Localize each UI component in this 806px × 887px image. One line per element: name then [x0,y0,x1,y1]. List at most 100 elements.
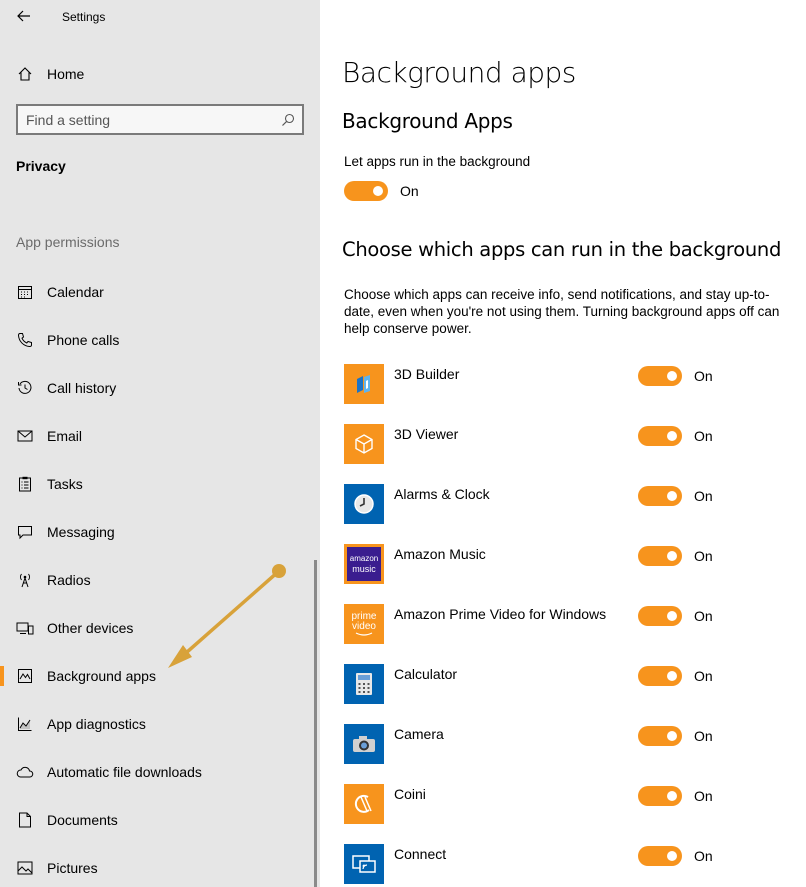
3d-builder-icon [344,364,384,404]
sidebar-item-home[interactable]: Home [0,58,320,90]
toggle-switch[interactable] [638,786,682,806]
history-icon [16,379,34,397]
search-input[interactable] [26,110,266,130]
toggle-switch[interactable] [638,426,682,446]
app-name: 3D Builder [394,366,460,382]
sidebar-item-label: Phone calls [47,332,120,348]
toggle-state-label: On [694,668,713,684]
sidebar-item-automatic-file-downloads[interactable]: Automatic file downloads [0,754,312,790]
app-row-alarms-clock: Alarms & Clock On [344,484,794,526]
toggle-switch[interactable] [638,726,682,746]
sidebar-item-tasks[interactable]: Tasks [0,466,312,502]
group-title: App permissions [16,234,120,250]
app-toggle[interactable]: On [638,486,713,506]
camera-icon [344,724,384,764]
master-toggle[interactable]: On [344,181,419,201]
sidebar-item-label: Messaging [47,524,115,540]
messaging-icon [16,523,34,541]
toggle-state-label: On [694,608,713,624]
app-row-amazon-prime-video: prime video Amazon Prime Video for Windo… [344,604,794,646]
app-row-3d-builder: 3D Builder On [344,364,794,406]
sidebar-item-other-devices[interactable]: Other devices [0,610,312,646]
sidebar-item-radios[interactable]: Radios [0,562,312,598]
app-toggle[interactable]: On [638,546,713,566]
title-bar: Settings [0,0,320,34]
connect-icon [344,844,384,884]
app-row-calculator: Calculator On [344,664,794,706]
app-name: Amazon Music [394,546,486,562]
app-row-connect: Connect On [344,844,794,886]
3d-viewer-icon [344,424,384,464]
sidebar-item-label: Documents [47,812,118,828]
sidebar-item-pictures[interactable]: Pictures [0,850,312,886]
app-row-amazon-music: amazon music Amazon Music On [344,544,794,586]
sidebar-item-label: Radios [47,572,91,588]
toggle-state-label: On [694,788,713,804]
app-name: 3D Viewer [394,426,459,442]
app-name: Alarms & Clock [394,486,490,502]
sidebar-scrollbar[interactable] [314,560,317,887]
radio-icon [16,571,34,589]
toggle-switch[interactable] [638,606,682,626]
sidebar-item-documents[interactable]: Documents [0,802,312,838]
document-icon [16,811,34,829]
master-toggle-description: Let apps run in the background [344,154,531,169]
search-icon[interactable] [280,112,296,128]
toggle-state-label: On [694,848,713,864]
app-toggle[interactable]: On [638,666,713,686]
toggle-state-label: On [694,368,713,384]
sidebar-item-label: Background apps [47,668,156,684]
sidebar-item-messaging[interactable]: Messaging [0,514,312,550]
sidebar-item-label: App diagnostics [47,716,146,732]
sidebar-item-label: Automatic file downloads [47,764,202,780]
section-title: Privacy [16,158,66,174]
toggle-state-label: On [400,183,419,199]
sidebar-item-call-history[interactable]: Call history [0,370,312,406]
app-row-camera: Camera On [344,724,794,766]
coini-icon [344,784,384,824]
app-toggle[interactable]: On [638,606,713,626]
app-toggle[interactable]: On [638,726,713,746]
sidebar-item-label: Other devices [47,620,134,636]
sidebar: Settings Home Privacy App permissions Ca… [0,0,320,887]
home-label: Home [47,66,85,82]
search-box[interactable] [16,104,304,135]
diagnostics-icon [16,715,34,733]
sidebar-item-calendar[interactable]: Calendar [0,274,312,310]
app-toggle[interactable]: On [638,366,713,386]
app-name: Coini [394,786,426,802]
prime-video-icon: prime video [344,604,384,644]
toggle-switch[interactable] [638,366,682,386]
sidebar-item-background-apps[interactable]: Background apps [0,658,312,694]
main-content: Background apps Background Apps Let apps… [320,0,806,887]
background-apps-icon [16,667,34,685]
alarm-clock-icon [344,484,384,524]
choose-apps-description: Choose which apps can receive info, send… [344,287,780,336]
toggle-switch[interactable] [638,546,682,566]
sidebar-item-label: Call history [47,380,117,396]
section-subtitle: Background Apps [342,109,513,133]
sidebar-item-label: Pictures [47,860,98,876]
page-title: Background apps [342,56,576,89]
toggle-switch[interactable] [638,846,682,866]
toggle-switch[interactable] [638,666,682,686]
devices-icon [16,619,34,637]
master-toggle-switch[interactable] [344,181,388,201]
app-toggle[interactable]: On [638,846,713,866]
toggle-state-label: On [694,728,713,744]
calendar-icon [16,283,34,301]
app-name: Camera [394,726,444,742]
toggle-switch[interactable] [638,486,682,506]
sidebar-item-label: Tasks [47,476,83,492]
sidebar-item-app-diagnostics[interactable]: App diagnostics [0,706,312,742]
toggle-state-label: On [694,428,713,444]
toggle-state-label: On [694,548,713,564]
app-toggle[interactable]: On [638,426,713,446]
sidebar-item-phone-calls[interactable]: Phone calls [0,322,312,358]
app-row-3d-viewer: 3D Viewer On [344,424,794,466]
app-toggle[interactable]: On [638,786,713,806]
sidebar-item-label: Calendar [47,284,104,300]
sidebar-item-email[interactable]: Email [0,418,312,454]
back-button[interactable] [10,4,38,28]
tasks-icon [16,475,34,493]
